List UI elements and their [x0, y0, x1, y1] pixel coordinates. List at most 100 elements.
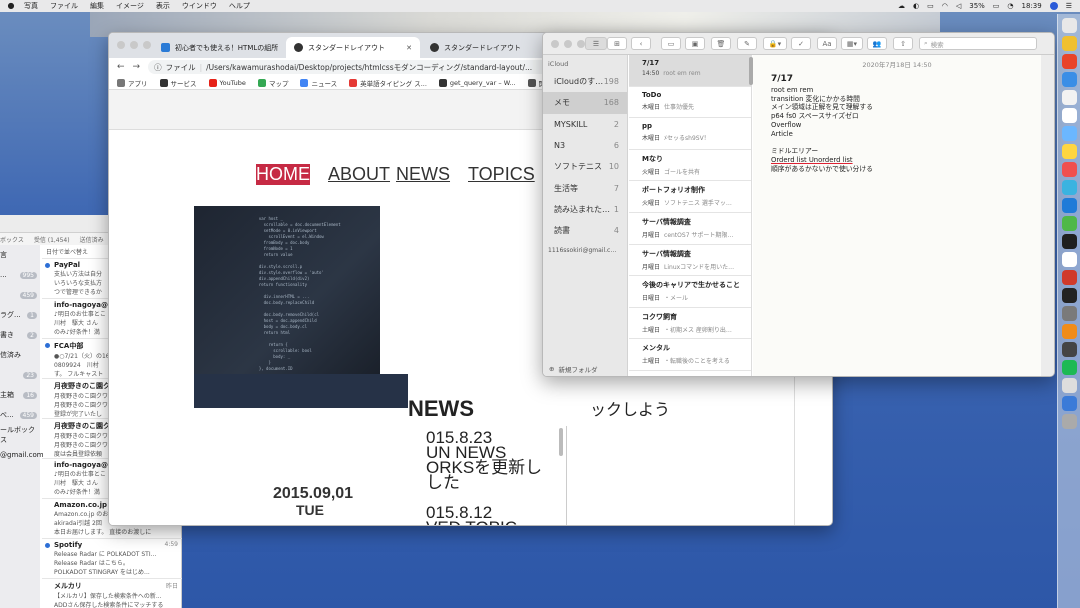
- note-list-item[interactable]: サーバ情報調査 月曜日 Linuxコマンドを用いた…: [629, 245, 751, 277]
- nav-home-link[interactable]: HOME: [256, 164, 310, 185]
- mail-sidebar-item[interactable]: ... 995: [0, 265, 40, 285]
- note-body[interactable]: 7/17 root em rem transition 変化にかかる時間 メイン領域…: [753, 69, 1041, 174]
- podcasts-icon[interactable]: [1061, 162, 1077, 177]
- info-icon[interactable]: ⓘ: [154, 62, 162, 73]
- table-icon[interactable]: ▦▾: [841, 37, 863, 50]
- note-list-item[interactable]: Mなり 火曜日 ゴールを共有: [629, 150, 751, 182]
- news-scrollbar[interactable]: [559, 428, 563, 456]
- menu-photos[interactable]: 写真: [24, 1, 38, 11]
- bookmark-item[interactable]: get_query_var – W...: [438, 78, 516, 87]
- screen-icon[interactable]: ▭: [927, 2, 934, 10]
- new-folder-button[interactable]: ⊕ 新規フォルダ: [549, 364, 597, 374]
- minimize-button[interactable]: [564, 40, 572, 48]
- delete-icon[interactable]: 🗑: [711, 37, 731, 50]
- folder-item[interactable]: iCloudのす… 198: [543, 71, 627, 92]
- menu-window[interactable]: ウインドウ: [182, 1, 217, 11]
- chrome-icon[interactable]: [1061, 18, 1077, 33]
- inbox-tab[interactable]: 受信 (1,454): [34, 235, 70, 244]
- bookmark-item[interactable]: サービス: [159, 78, 197, 88]
- back-button[interactable]: ‹: [631, 37, 651, 50]
- bookmark-item[interactable]: YouTube: [208, 78, 246, 87]
- appstore-icon[interactable]: [1061, 180, 1077, 195]
- messages-icon[interactable]: [1061, 216, 1077, 231]
- mail-sidebar-item[interactable]: ラグ... 1: [0, 305, 40, 325]
- mail-sidebar-item[interactable]: ールボックス: [0, 425, 40, 445]
- folder-item[interactable]: ソフトテニス 10: [543, 156, 627, 177]
- back-icon[interactable]: ←: [117, 62, 125, 72]
- bookmark-item[interactable]: マップ: [257, 78, 288, 88]
- menu-list-icon[interactable]: ☰: [1066, 2, 1072, 10]
- menu-edit[interactable]: 編集: [90, 1, 104, 11]
- menu-view[interactable]: 表示: [156, 1, 170, 11]
- note-editor[interactable]: 2020年7月18日 14:50 7/17 root em rem transit…: [753, 55, 1041, 376]
- mail-list-item[interactable]: メルカリ 昨日 【メルカリ】保存した検索条件への新... ADDさん保存した検索条件に…: [42, 579, 182, 608]
- attachments-icon[interactable]: ▣: [685, 37, 705, 50]
- folder-item[interactable]: 読書 4: [543, 220, 627, 241]
- tab-3[interactable]: スタンダードレイアウト: [422, 37, 552, 58]
- menu-image[interactable]: イメージ: [116, 1, 144, 11]
- vscode-icon[interactable]: [1061, 126, 1077, 141]
- preview-icon[interactable]: [1061, 252, 1077, 267]
- mail-sidebar-item[interactable]: べ... 459: [0, 405, 40, 425]
- tab-1[interactable]: 初心者でも使える！HTMLの組所 ✕: [153, 37, 281, 58]
- mail-list-item[interactable]: Spotify 4:59 Release Radar に POLKADOT STI.…: [42, 539, 182, 579]
- zoom-button[interactable]: [577, 40, 585, 48]
- folder-item[interactable]: MYSKILL 2: [543, 114, 627, 135]
- menu-help[interactable]: ヘルプ: [229, 1, 250, 11]
- note-list-item[interactable]: 7/17 14:50 root em rem: [629, 55, 751, 87]
- folder-item[interactable]: 生活等 7: [543, 177, 627, 198]
- clock-icon[interactable]: ◔: [1007, 2, 1013, 10]
- mail-sidebar-item[interactable]: 主箱 16: [0, 385, 40, 405]
- bookmark-item[interactable]: ニュース: [300, 78, 337, 88]
- settings-icon[interactable]: [1061, 306, 1077, 321]
- note-list-item[interactable]: ポートフォリオ制作 火曜日 ソフトテニス 選手マッ…: [629, 181, 751, 213]
- folder-item[interactable]: N3 6: [543, 135, 627, 156]
- nav-topics-link[interactable]: TOPICS: [468, 164, 535, 185]
- activity-monitor-icon[interactable]: [1061, 342, 1077, 357]
- mailbox-label[interactable]: ボックス: [0, 235, 24, 244]
- sidebar-toggle-icon[interactable]: ▭: [661, 37, 681, 50]
- mail-sidebar-item[interactable]: 言: [0, 245, 40, 265]
- reminders-icon[interactable]: [1061, 90, 1077, 105]
- close-button[interactable]: [551, 40, 559, 48]
- clock-time[interactable]: 18:39: [1022, 2, 1042, 10]
- minimize-button[interactable]: [130, 41, 138, 49]
- note-list-item[interactable]: メンタル 土曜日 ・転職後のことを考える: [629, 339, 751, 371]
- menu-file[interactable]: ファイル: [50, 1, 78, 11]
- checklist-icon[interactable]: ✓: [791, 37, 811, 50]
- cloud-icon[interactable]: ☁: [898, 2, 905, 10]
- notes-icon[interactable]: [1061, 36, 1077, 51]
- nav-about-link[interactable]: ABOUT: [328, 164, 390, 185]
- books-icon[interactable]: [1061, 270, 1077, 285]
- sync-icon[interactable]: ◐: [913, 2, 919, 10]
- calendar-icon[interactable]: [1061, 54, 1077, 69]
- siri-icon[interactable]: [1049, 2, 1058, 10]
- note-list-item[interactable]: サーバ情報調査 月曜日 centOS7 サポート期限…: [629, 213, 751, 245]
- apple-menu-icon[interactable]: ●: [6, 1, 16, 11]
- note-list-item[interactable]: pp 木曜日 ﾒセッるsh9SV！: [629, 118, 751, 150]
- wifi-icon[interactable]: ◠: [942, 2, 948, 10]
- slack-icon[interactable]: [1061, 324, 1077, 339]
- list-view-button[interactable]: ☰: [585, 37, 607, 50]
- collaborate-icon[interactable]: 👥: [867, 37, 887, 50]
- tab-2[interactable]: スタンダードレイアウト ✕: [286, 37, 420, 58]
- bookmark-item[interactable]: 英単語タイピング ス...: [349, 78, 427, 88]
- volume-icon[interactable]: ◁: [956, 2, 961, 10]
- search-field[interactable]: ⌕ 検索: [919, 37, 1037, 50]
- gallery-view-button[interactable]: ⊞: [607, 37, 627, 50]
- sent-tab[interactable]: 送信済み: [80, 235, 104, 244]
- lock-icon[interactable]: 🔒▾: [763, 37, 787, 50]
- trash-icon[interactable]: [1061, 414, 1077, 429]
- folder-item[interactable]: メモ 168: [543, 92, 627, 114]
- mail-sidebar-item[interactable]: 23: [0, 365, 40, 385]
- note-list-item[interactable]: 今後のキャリアで生かせること 日曜日 ・メール: [629, 276, 751, 308]
- note-list-item[interactable]: コクワ飼育 土曜日 ・初期メス 産卵割り出…: [629, 308, 751, 340]
- mail-sidebar-item[interactable]: 書き 2: [0, 325, 40, 345]
- bookmark-item[interactable]: アプリ: [117, 78, 148, 88]
- mail-sidebar-item[interactable]: 信済み: [0, 345, 40, 365]
- battery-icon[interactable]: ▭: [993, 2, 1000, 10]
- mail-sidebar-item[interactable]: @gmail.com: [0, 445, 44, 465]
- note-list-item[interactable]: ToDo 木曜日 仕事効優先: [629, 87, 751, 119]
- compose-icon[interactable]: ✎: [737, 37, 757, 50]
- zoom-button[interactable]: [143, 41, 151, 49]
